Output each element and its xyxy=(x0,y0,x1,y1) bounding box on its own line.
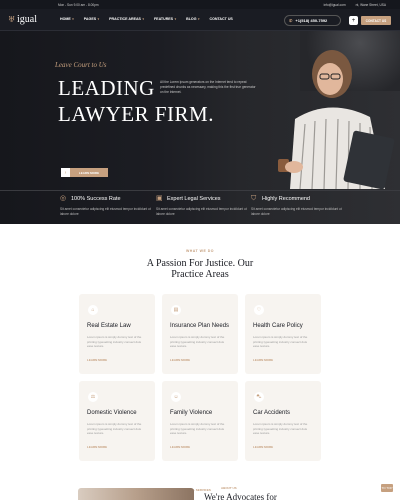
hero-section: Leave Court to Us LEADING LAWYER FIRM. A… xyxy=(0,31,400,224)
card-desc: Lorem ipsum is simply dummy text of the … xyxy=(87,335,142,349)
card-title: Domestic Violence xyxy=(87,410,137,416)
hero-features: ◎ 100% Success Rate Sit amet consectetur … xyxy=(0,190,400,224)
main-nav: HOME ▾ PAGES ▾ PRACTICE AREAS ▾ FEATURES ▾ B… xyxy=(60,17,243,21)
practice-card[interactable]: ⚖ Domestic Violence Lorem ipsum is simpl… xyxy=(79,381,155,461)
practice-card[interactable]: ⌂ Real Estate Law Lorem ipsum is simply … xyxy=(79,294,155,374)
top-info-bar: Mon - Sun 9.00 am - 8.00pm info@igual.co… xyxy=(0,0,400,9)
feature-title: 100% Success Rate xyxy=(71,196,121,202)
nav-features[interactable]: FEATURES ▾ xyxy=(154,17,176,21)
card-learn-more-link[interactable]: LEARN MORE xyxy=(87,358,107,362)
logo-icon: ♅ xyxy=(8,15,16,24)
shield-icon: ⛉ xyxy=(251,195,257,202)
card-learn-more-link[interactable]: LEARN MORE xyxy=(87,445,107,449)
scroll-to-top-button[interactable]: TO TOP xyxy=(381,484,393,492)
site-header: ♅ igual HOME ▾ PAGES ▾ PRACTICE AREAS ▾ FEA… xyxy=(0,9,400,31)
card-desc: Lorem ipsum is simply dummy text of the … xyxy=(253,422,308,436)
card-desc: Lorem ipsum is simply dummy text of the … xyxy=(253,335,308,349)
feature-desc: Sit amet consectetur adipiscing elit eiu… xyxy=(156,207,247,216)
logo-text: igual xyxy=(17,14,37,25)
card-desc: Lorem ipsum is simply dummy text of the … xyxy=(170,422,225,436)
feature-title: Highly Recommend xyxy=(262,196,310,202)
practice-card[interactable]: ♡ Health Care Policy Lorem ipsum is simp… xyxy=(245,294,321,374)
hero-headline-line-2: LAWYER FIRM. xyxy=(58,102,214,126)
practice-card[interactable]: ☺ Family Violence Lorem ipsum is simply … xyxy=(162,381,238,461)
email-link[interactable]: info@igual.com xyxy=(324,3,346,7)
nav-home[interactable]: HOME ▾ xyxy=(60,17,74,21)
feature-desc: Sit amet consectetur adipiscing elit eiu… xyxy=(60,207,151,216)
menu-plus-button[interactable]: + xyxy=(349,16,358,25)
hero-description: All the Lorem Ipsum generators on the In… xyxy=(160,80,256,94)
practice-card[interactable]: ▤ Insurance Plan Needs Lorem ipsum is si… xyxy=(162,294,238,374)
card-title: Insurance Plan Needs xyxy=(170,323,230,329)
chevron-down-icon: ▾ xyxy=(72,17,74,21)
card-learn-more-link[interactable]: LEARN MORE xyxy=(253,445,273,449)
about-eyebrow: ABOUT US xyxy=(221,486,237,490)
hero-script-text: Leave Court to Us xyxy=(55,61,107,69)
nav-blog[interactable]: BLOG ▾ xyxy=(186,17,199,21)
chevron-down-icon: ▾ xyxy=(198,17,200,21)
nav-practice-areas[interactable]: PRACTICE AREAS ▾ xyxy=(109,17,144,21)
phone-button[interactable]: ✆ +1(518) 450-7592 xyxy=(284,15,341,26)
feature-item: ⛉ Highly Recommend Sit amet consectetur a… xyxy=(251,195,351,217)
location-text: nt, Wane Street, USA xyxy=(355,2,386,7)
house-icon: ⌂ xyxy=(88,305,98,315)
practice-areas-section: WHAT WE DO A Passion For Justice. Our Pr… xyxy=(0,224,400,500)
nav-pages[interactable]: PAGES ▾ xyxy=(84,17,99,21)
card-desc: Lorem ipsum is simply dummy text of the … xyxy=(87,422,142,436)
card-title: Family Violence xyxy=(170,410,213,416)
target-icon: ◎ xyxy=(60,195,67,202)
business-hours: Mon - Sun 9.00 am - 8.00pm xyxy=(58,2,99,7)
about-title: We're Advocates for xyxy=(204,492,277,502)
card-title: Health Care Policy xyxy=(253,323,303,329)
hero-lawyer-image xyxy=(278,50,395,189)
learn-more-button[interactable]: › LEARN MORE xyxy=(61,168,108,177)
contact-us-button[interactable]: CONTACT US xyxy=(361,16,391,25)
phone-number: +1(518) 450-7592 xyxy=(295,18,328,23)
feature-desc: Sit amet consectetur adipiscing elit eiu… xyxy=(251,207,342,216)
logo[interactable]: ♅ igual xyxy=(8,14,37,25)
feature-item: ▣ Expert Legal Services Sit amet consecte… xyxy=(156,195,256,217)
nav-contact[interactable]: CONTACT US xyxy=(210,17,233,21)
family-icon: ☺ xyxy=(171,392,181,402)
learn-more-label: LEARN MORE xyxy=(70,168,108,177)
section-title-line-2: Practice Areas xyxy=(171,269,229,280)
heart-icon: ♡ xyxy=(254,305,264,315)
chevron-down-icon: ▾ xyxy=(97,17,100,21)
card-title: Car Accidents xyxy=(253,410,291,416)
card-learn-more-link[interactable]: LEARN MORE xyxy=(170,358,190,362)
about-image xyxy=(78,488,194,500)
car-icon: ⛍ xyxy=(254,392,264,402)
card-learn-more-link[interactable]: LEARN MORE xyxy=(253,358,273,362)
section-title: A Passion For Justice. Our Practice Area… xyxy=(0,258,400,280)
feature-item: ◎ 100% Success Rate Sit amet consectetur … xyxy=(60,195,160,217)
briefcase-icon: ▣ xyxy=(156,195,163,202)
gavel-icon: ⚖ xyxy=(88,392,98,402)
card-learn-more-link[interactable]: LEARN MORE xyxy=(170,445,190,449)
feature-title: Expert Legal Services xyxy=(167,196,221,202)
section-eyebrow: WHAT WE DO xyxy=(185,249,215,253)
card-title: Real Estate Law xyxy=(87,323,131,329)
document-icon: ▤ xyxy=(171,305,181,315)
chevron-down-icon: ▾ xyxy=(174,17,177,21)
practice-card[interactable]: ⛍ Car Accidents Lorem ipsum is simply du… xyxy=(245,381,321,461)
phone-icon: ✆ xyxy=(289,18,293,23)
all-services-link[interactable]: ALL SERVICES xyxy=(0,488,400,492)
chevron-down-icon: ▾ xyxy=(142,17,144,21)
card-desc: Lorem ipsum is simply dummy text of the … xyxy=(170,335,225,349)
section-title-line-1: A Passion For Justice. Our xyxy=(146,258,254,269)
arrow-right-icon: › xyxy=(61,168,70,177)
